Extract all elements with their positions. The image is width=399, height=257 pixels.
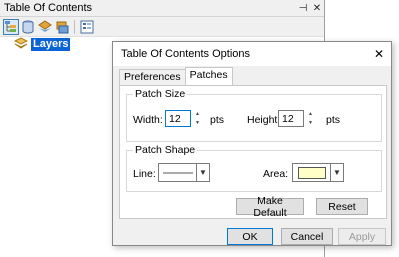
- dialog-close-icon[interactable]: ✕: [367, 47, 391, 61]
- layers-icon: [13, 37, 29, 52]
- patches-tab-panel: Patch Size Width: ▲ ▼ pts Height: ▲ ▼ pt…: [119, 85, 387, 219]
- dialog-title: Table Of Contents Options: [121, 48, 251, 60]
- toc-title-bar: Table Of Contents ⊣ ✕: [0, 0, 324, 17]
- list-by-visibility-icon[interactable]: [37, 19, 53, 35]
- height-input[interactable]: [278, 110, 304, 127]
- patch-size-group-label: Patch Size: [133, 88, 188, 100]
- line-label: Line:: [133, 168, 156, 180]
- height-stepper[interactable]: ▲ ▼: [278, 110, 316, 127]
- layers-label[interactable]: Layers: [31, 38, 71, 51]
- dialog-title-bar: Table Of Contents Options ✕: [113, 42, 391, 66]
- ok-button[interactable]: OK: [227, 228, 273, 245]
- patch-shape-group: Patch Shape Line: ▼ Area: ▼: [126, 144, 382, 192]
- toolbar-separator: [74, 19, 75, 34]
- close-icon[interactable]: ✕: [310, 3, 324, 14]
- line-shape-combo[interactable]: ▼: [158, 163, 210, 182]
- area-patch-preview: [293, 164, 330, 181]
- chevron-down-icon[interactable]: ▼: [196, 164, 209, 181]
- reset-button[interactable]: Reset: [316, 198, 368, 215]
- list-by-source-icon[interactable]: [20, 19, 36, 35]
- patch-shape-group-label: Patch Shape: [133, 144, 198, 156]
- area-shape-combo[interactable]: ▼: [292, 163, 344, 182]
- spin-up-icon[interactable]: ▲: [192, 110, 203, 119]
- cancel-button[interactable]: Cancel: [281, 228, 333, 245]
- toc-title: Table Of Contents: [4, 2, 93, 14]
- list-by-drawing-order-icon[interactable]: [3, 18, 19, 35]
- area-label: Area:: [263, 168, 289, 180]
- chevron-down-icon[interactable]: ▼: [330, 164, 343, 181]
- width-input[interactable]: [165, 110, 191, 127]
- width-stepper[interactable]: ▲ ▼: [165, 110, 203, 127]
- spin-down-icon[interactable]: ▼: [192, 119, 203, 128]
- apply-button[interactable]: Apply: [338, 228, 386, 245]
- options-icon[interactable]: [79, 19, 95, 35]
- width-label: Width:: [133, 114, 163, 126]
- toc-options-dialog: Table Of Contents Options ✕ Preferences …: [112, 41, 392, 246]
- pin-icon[interactable]: ⊣: [296, 3, 310, 14]
- width-spin-arrows[interactable]: ▲ ▼: [192, 110, 203, 127]
- spin-up-icon[interactable]: ▲: [305, 110, 316, 119]
- make-default-button[interactable]: Make Default: [236, 195, 304, 219]
- spin-down-icon[interactable]: ▼: [305, 119, 316, 128]
- dialog-tabs: Preferences Patches: [119, 67, 233, 85]
- toc-toolbar: [0, 17, 324, 37]
- area-color-swatch: [297, 166, 326, 179]
- height-label: Height:: [247, 114, 281, 126]
- list-by-selection-icon[interactable]: [54, 19, 70, 35]
- width-unit-label: pts: [210, 114, 225, 126]
- height-unit-label: pts: [326, 114, 341, 126]
- toc-tree-root[interactable]: Layers: [13, 37, 71, 52]
- height-spin-arrows[interactable]: ▲ ▼: [305, 110, 316, 127]
- line-patch-preview: [159, 164, 196, 181]
- patch-size-group: Patch Size Width: ▲ ▼ pts Height: ▲ ▼ pt…: [126, 88, 382, 142]
- tab-patches[interactable]: Patches: [184, 67, 233, 85]
- tab-preferences[interactable]: Preferences: [119, 69, 186, 85]
